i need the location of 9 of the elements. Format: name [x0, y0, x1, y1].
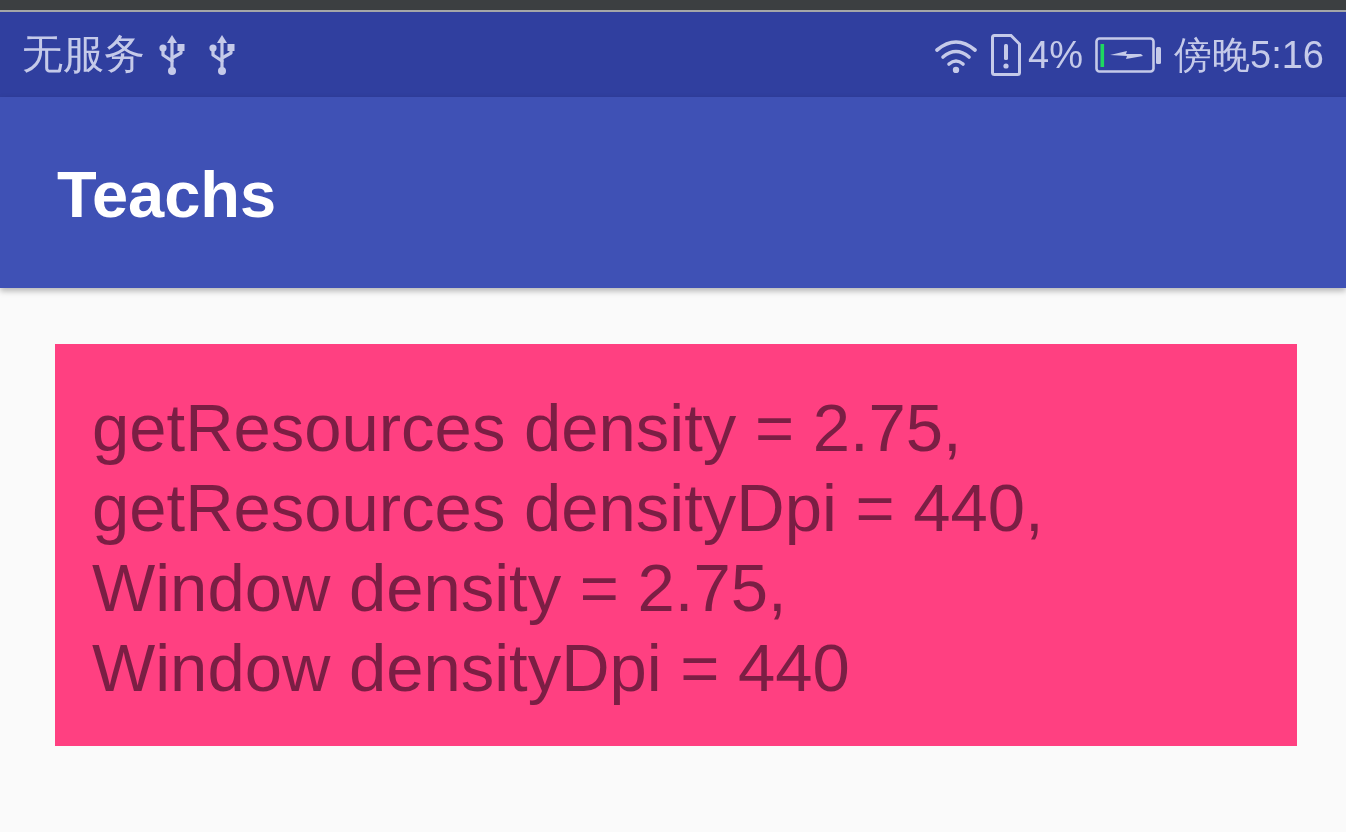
density-info-text: getResources density = 2.75, getResources densityDpi = 440, Window density = 2.75, Window densityDpi = 440 [92, 389, 1045, 707]
sim-alert-icon [990, 33, 1023, 76]
usb-icon [207, 33, 237, 76]
clock-text: 傍晚5:16 [1174, 35, 1324, 74]
app-title: Teachs [57, 162, 277, 227]
carrier-text: 无服务 [22, 34, 145, 75]
battery-charging-icon [1095, 36, 1163, 73]
battery-percent-text: 4% [1028, 35, 1084, 74]
usb-icon [157, 33, 187, 76]
